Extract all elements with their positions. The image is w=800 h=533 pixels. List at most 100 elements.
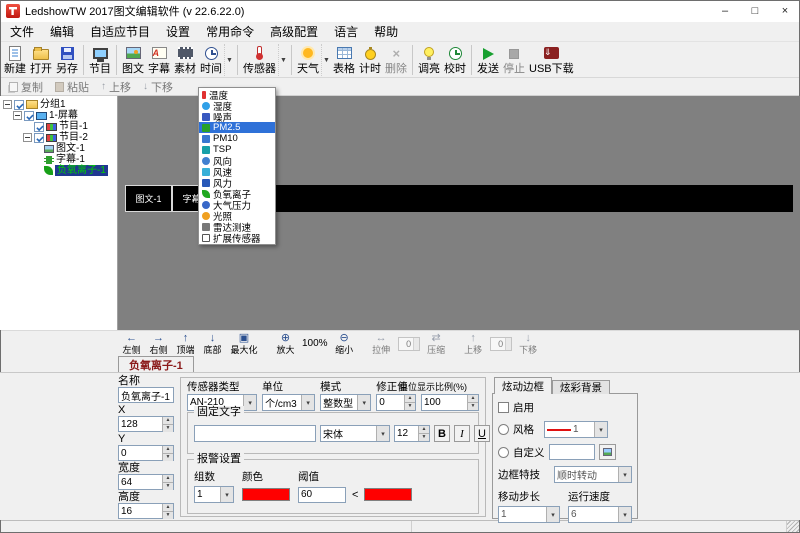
fixed-text-input[interactable] <box>194 425 316 442</box>
align-left-button[interactable]: ←左侧 <box>118 333 145 355</box>
tree-node-program1[interactable]: 节目-1 <box>2 121 117 132</box>
preview-region-graphic[interactable]: 图文-1 <box>125 185 172 212</box>
tree-node-program2[interactable]: 节目-2 <box>2 132 117 143</box>
weather-dropdown-arrow[interactable]: ▼ <box>321 44 331 76</box>
collapse-icon[interactable] <box>3 100 12 109</box>
font-select[interactable]: 宋体▾ <box>320 425 390 442</box>
menu-common-commands[interactable]: 常用命令 <box>198 21 262 42</box>
y-stepper[interactable]: 0▲▼ <box>118 445 174 461</box>
zoom-in-button[interactable]: ⊕放大 <box>272 333 299 355</box>
send-button[interactable]: 发送 <box>475 43 501 76</box>
time-sync-button[interactable]: 校时 <box>442 43 468 76</box>
menu-item-pm25[interactable]: PM2.5 <box>199 122 275 133</box>
spinner-arrows-icon[interactable]: ▲▼ <box>162 504 173 518</box>
tree-node-sensor-selected[interactable]: 负氧离子-1 <box>2 165 117 176</box>
weather-button[interactable]: 天气 <box>295 43 321 76</box>
step-select[interactable]: 1▾ <box>498 506 560 523</box>
save-as-button[interactable]: 另存 <box>54 43 80 76</box>
maximize-region-button[interactable]: ▣最大化 <box>226 333 262 355</box>
mode-select[interactable]: 整数型▾ <box>320 394 371 411</box>
menu-item-wind-speed[interactable]: 风速 <box>199 166 275 177</box>
height-stepper[interactable]: 16▲▼ <box>118 503 174 519</box>
sensor-dropdown-arrow[interactable]: ▼ <box>278 44 288 76</box>
minimize-button[interactable]: – <box>710 0 740 22</box>
maximize-button[interactable]: □ <box>740 0 770 22</box>
speed-select[interactable]: 6▾ <box>568 506 632 523</box>
correction-stepper[interactable]: 0▲▼ <box>376 394 416 411</box>
align-top-button[interactable]: ↑顶端 <box>172 333 199 355</box>
tab-border-effect[interactable]: 炫动边框 <box>494 377 552 394</box>
menu-item-tsp[interactable]: TSP <box>199 144 275 155</box>
menu-item-humidity[interactable]: 湿度 <box>199 100 275 111</box>
align-right-button[interactable]: →右侧 <box>145 333 172 355</box>
tree-node-screen[interactable]: 1-屏幕 <box>2 110 117 121</box>
time-button[interactable]: 时间 <box>198 43 224 76</box>
usb-download-button[interactable]: USB下载 <box>527 43 576 76</box>
menu-item-air-pressure[interactable]: 大气压力 <box>199 199 275 210</box>
timing-button[interactable]: 计时 <box>357 43 383 76</box>
material-button[interactable]: 素材 <box>172 43 198 76</box>
close-button[interactable]: × <box>770 0 800 22</box>
time-dropdown-arrow[interactable]: ▼ <box>224 44 234 76</box>
align-bottom-button[interactable]: ↓底部 <box>199 333 226 355</box>
italic-button[interactable]: I <box>454 425 470 442</box>
menu-settings[interactable]: 设置 <box>158 21 198 42</box>
menu-edit[interactable]: 编辑 <box>42 21 82 42</box>
menu-language[interactable]: 语言 <box>326 21 366 42</box>
border-effect-select[interactable]: 顺时转动▾ <box>554 466 632 483</box>
selected-item-tab[interactable]: 负氧离子-1 <box>118 356 194 372</box>
table-button[interactable]: 表格 <box>331 43 357 76</box>
program-button[interactable]: 节目 <box>87 43 113 76</box>
menu-item-extended-sensor[interactable]: 扩展传感器 <box>199 232 275 243</box>
menu-item-pm10[interactable]: PM10 <box>199 133 275 144</box>
tree-node-graphic[interactable]: 图文-1 <box>2 143 117 154</box>
checkbox-checked-icon[interactable] <box>24 111 34 121</box>
alarm-color-swatch[interactable] <box>242 488 290 501</box>
spinner-arrows-icon[interactable]: ▲▼ <box>162 417 173 431</box>
tree-node-subtitle[interactable]: 字幕-1 <box>2 154 117 165</box>
alarm-group-select[interactable]: 1▾ <box>194 486 234 503</box>
checkbox-checked-icon[interactable] <box>14 100 24 110</box>
checkbox-checked-icon[interactable] <box>34 122 44 132</box>
browse-button[interactable] <box>599 444 616 460</box>
spinner-arrows-icon[interactable]: ▲▼ <box>404 395 415 410</box>
open-button[interactable]: 打开 <box>28 43 54 76</box>
style-select[interactable]: 1▾ <box>544 421 608 438</box>
x-stepper[interactable]: 128▲▼ <box>118 416 174 432</box>
resize-grip[interactable] <box>787 521 800 533</box>
menu-advanced-config[interactable]: 高级配置 <box>262 21 326 42</box>
collapse-icon[interactable] <box>23 133 32 142</box>
alarm-color-swatch-2[interactable] <box>364 488 412 501</box>
custom-input[interactable] <box>549 444 595 460</box>
menu-file[interactable]: 文件 <box>2 21 42 42</box>
spinner-arrows-icon[interactable]: ▲▼ <box>162 446 173 460</box>
enable-checkbox[interactable] <box>498 402 509 413</box>
checkbox-checked-icon[interactable] <box>34 133 44 143</box>
subtitle-button[interactable]: 字幕 <box>146 43 172 76</box>
sensor-button[interactable]: 传感器 <box>241 43 278 76</box>
spinner-arrows-icon[interactable]: ▲▼ <box>418 426 429 441</box>
menu-help[interactable]: 帮助 <box>366 21 406 42</box>
ratio-stepper[interactable]: 100▲▼ <box>421 394 479 411</box>
custom-radio[interactable] <box>498 447 509 458</box>
menu-adaptive-program[interactable]: 自适应节目 <box>82 21 158 42</box>
zoom-out-button[interactable]: ⊖缩小 <box>331 333 358 355</box>
font-size-stepper[interactable]: 12▲▼ <box>394 425 430 442</box>
collapse-icon[interactable] <box>13 111 22 120</box>
new-button[interactable]: 新建 <box>2 43 28 76</box>
unit-select[interactable]: 个/cm3▾ <box>262 394 315 411</box>
style-radio[interactable] <box>498 424 509 435</box>
graphic-text-button[interactable]: 图文 <box>120 43 146 76</box>
brightness-button[interactable]: 调亮 <box>416 43 442 76</box>
threshold-input[interactable] <box>298 487 346 503</box>
bold-button[interactable]: B <box>434 425 450 442</box>
underline-button[interactable]: U <box>474 425 490 442</box>
tree-node-group[interactable]: 分组1 <box>2 99 117 110</box>
menu-item-temperature[interactable]: 温度 <box>199 89 275 100</box>
menu-item-noise[interactable]: 噪声 <box>199 111 275 122</box>
spinner-arrows-icon[interactable]: ▲▼ <box>467 395 478 410</box>
tab-color-background[interactable]: 炫彩背景 <box>552 380 610 394</box>
menu-item-wind-direction[interactable]: 风向 <box>199 155 275 166</box>
width-stepper[interactable]: 64▲▼ <box>118 474 174 490</box>
spinner-arrows-icon[interactable]: ▲▼ <box>162 475 173 489</box>
